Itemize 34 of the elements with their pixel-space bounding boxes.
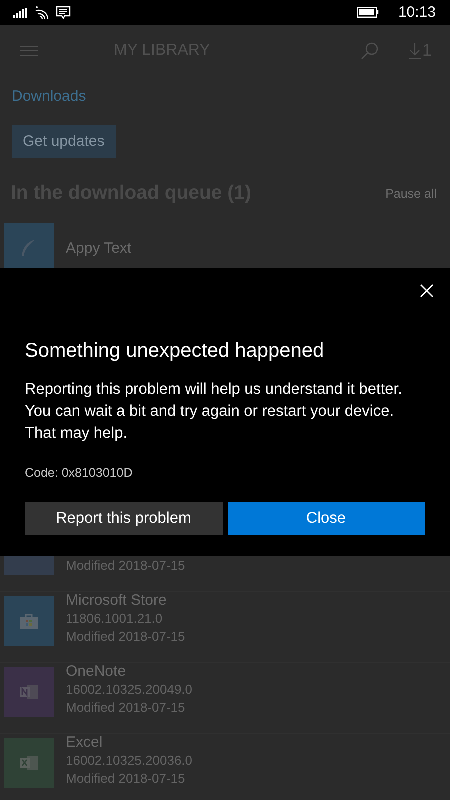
battery-icon	[357, 7, 380, 18]
search-icon	[360, 42, 379, 60]
signal-icon	[13, 8, 28, 18]
get-updates-button[interactable]: Get updates	[12, 125, 116, 158]
app-version: 16002.10325.20036.0	[66, 752, 193, 770]
modified-date: Modified 2018-07-15	[66, 770, 186, 788]
wifi-icon	[35, 6, 49, 20]
clock-time: 10:13	[398, 4, 436, 21]
app-name: Microsoft Store	[66, 591, 168, 610]
shopping-bag-icon	[20, 613, 38, 629]
spreadsheet-icon	[20, 755, 38, 771]
app-row[interactable]: Microsoft Store 11806.1001.21.0 Modified 2018-07-15	[0, 592, 450, 663]
modified-date: Modified 2018-07-15	[66, 699, 186, 717]
app-name: Appy Text	[66, 238, 132, 258]
downloads-link[interactable]: Downloads	[12, 88, 86, 105]
app-row[interactable]: OneNote 16002.10325.20049.0 Modified 2018-07-15	[0, 663, 450, 734]
notebook-icon	[20, 684, 38, 700]
message-icon	[56, 6, 71, 20]
dialog-title: Something unexpected happened	[25, 340, 326, 363]
app-name: Excel	[66, 733, 104, 752]
close-icon	[420, 284, 434, 298]
app-version: 16002.10325.20049.0	[66, 681, 193, 699]
pause-all-button[interactable]: Pause all	[386, 186, 437, 200]
modified-date: Modified 2018-07-15	[66, 557, 186, 575]
modified-date: Modified 2018-07-15	[66, 628, 186, 646]
app-row[interactable]: Excel 16002.10325.20036.0 Modified 2018-07-15	[0, 734, 450, 800]
menu-icon	[20, 46, 38, 56]
report-problem-button[interactable]: Report this problem	[25, 502, 222, 535]
download-icon	[408, 43, 421, 59]
error-code: Code: 0x8103010D	[25, 466, 134, 480]
dialog-message: Reporting this problem will help us understand it better. You can wait a bit and try again or restart your device. That may help.	[25, 380, 404, 444]
app-name: OneNote	[66, 662, 128, 681]
close-dialog-button[interactable]: Close	[228, 502, 425, 535]
app-version: 11806.1001.21.0	[66, 610, 164, 628]
